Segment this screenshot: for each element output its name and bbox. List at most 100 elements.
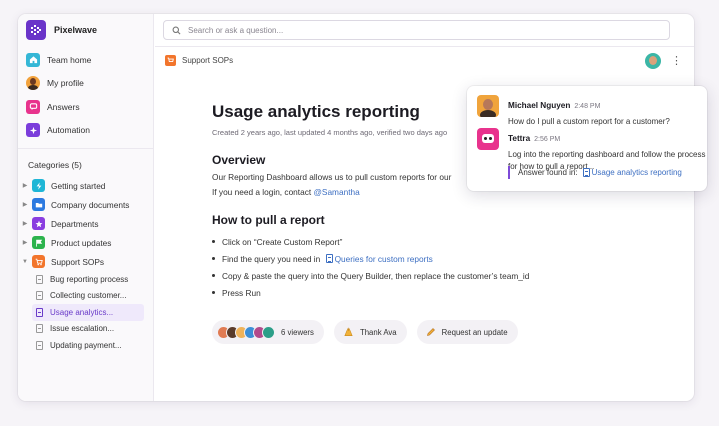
document-icon <box>582 168 590 177</box>
list-item: Press Run <box>212 284 482 301</box>
steps-list: Click on “Create Custom Report” Find the… <box>212 233 529 301</box>
category-list: ▶ Getting started ▶ Company documents ▶ … <box>18 176 154 354</box>
document-footer: 6 viewers Thank Ava Request an update <box>212 320 518 344</box>
avatar <box>262 325 275 339</box>
step-text: Press Run <box>222 287 261 298</box>
request-update-button[interactable]: Request an update <box>416 320 518 344</box>
list-item: Click on “Create Custom Report” <box>212 233 482 250</box>
category-label: Product updates <box>51 237 112 248</box>
home-icon <box>26 52 40 67</box>
answer-link[interactable]: Usage analytics reporting <box>592 168 682 177</box>
category-label: Support SOPs <box>51 256 105 267</box>
header-actions: ⋮ <box>645 53 682 69</box>
chat-icon <box>26 99 40 114</box>
avatar <box>477 95 499 117</box>
sender-name: Tettra <box>508 134 531 143</box>
message-time: 2:56 PM <box>534 136 561 143</box>
sop-label: Bug reporting process <box>50 274 129 284</box>
search-icon <box>172 26 181 34</box>
pixelwave-logo-icon <box>26 20 46 40</box>
bullet-icon <box>212 274 215 277</box>
step-text: Copy & paste the query into the Query Bu… <box>222 270 530 281</box>
avatar <box>26 76 40 91</box>
cart-icon <box>165 55 176 66</box>
brand[interactable]: Pixelwave <box>26 20 97 40</box>
viewer-avatars <box>217 325 275 339</box>
login-label: If you need a login, contact <box>212 187 314 197</box>
categories-title: Categories (5) <box>28 160 82 170</box>
app-window: Pixelwave Team home My profile Answers A… <box>18 14 694 401</box>
category-getting-started[interactable]: ▶ Getting started <box>18 176 154 195</box>
document-icon <box>36 307 43 317</box>
pencil-icon <box>426 328 435 336</box>
sop-collecting-customer[interactable]: Collecting customer... <box>32 288 144 305</box>
star-icon <box>32 217 45 230</box>
caret-down-icon[interactable]: ▼ <box>20 259 30 265</box>
request-label: Request an update <box>441 327 508 337</box>
category-label: Departments <box>51 218 99 229</box>
caret-right-icon[interactable]: ▶ <box>20 182 30 189</box>
category-label: Getting started <box>51 180 106 191</box>
document-icon <box>36 274 43 284</box>
viewers-button[interactable]: 6 viewers <box>212 320 324 344</box>
message-time: 2:48 PM <box>574 103 601 110</box>
category-support-sops[interactable]: ▼ Support SOPs <box>18 252 154 271</box>
bolt-icon <box>32 179 45 192</box>
bullet-icon <box>212 291 215 294</box>
category-product-updates[interactable]: ▶ Product updates <box>18 233 154 252</box>
list-item: Find the query you need in Queries for c… <box>212 250 482 267</box>
nav-team-home[interactable]: Team home <box>26 48 148 72</box>
category-label: Company documents <box>51 199 130 210</box>
thank-label: Thank Ava <box>359 327 397 337</box>
avatar[interactable] <box>645 53 661 69</box>
search-box[interactable] <box>163 20 670 40</box>
queries-link[interactable]: Queries for custom reports <box>335 254 433 264</box>
sop-usage-analytics[interactable]: Usage analytics... <box>32 304 144 321</box>
document-icon <box>36 291 43 301</box>
howto-heading: How to pull a report <box>212 213 325 227</box>
sender-name: Michael Nguyen <box>508 101 571 110</box>
answer-label: Answer found in: <box>518 168 578 177</box>
praise-hands-icon <box>344 327 353 336</box>
page-title: Usage analytics reporting <box>212 102 420 121</box>
bullet-icon <box>212 240 215 243</box>
message-text: How do I pull a custom report for a cust… <box>508 117 670 126</box>
caret-right-icon[interactable]: ▶ <box>20 220 30 227</box>
category-company-documents[interactable]: ▶ Company documents <box>18 195 154 214</box>
chat-message: Michael Nguyen 2:48 PM How do I pull a cu… <box>477 95 708 128</box>
chat-popup: Michael Nguyen 2:48 PM How do I pull a cu… <box>467 86 707 191</box>
more-options-icon[interactable]: ⋮ <box>671 55 682 67</box>
category-departments[interactable]: ▶ Departments <box>18 214 154 233</box>
sop-bug-reporting[interactable]: Bug reporting process <box>32 271 144 288</box>
sop-updating-payment[interactable]: Updating payment... <box>32 337 144 354</box>
nav-my-profile[interactable]: My profile <box>26 72 148 96</box>
sop-label: Updating payment... <box>50 340 122 350</box>
nav-label: Answers <box>47 101 80 112</box>
nav-automation[interactable]: Automation <box>26 119 148 143</box>
document-meta: Created 2 years ago, last updated 4 mont… <box>212 128 448 137</box>
nav-answers[interactable]: Answers <box>26 95 148 119</box>
sop-issue-escalation[interactable]: Issue escalation... <box>32 321 144 338</box>
viewers-label: 6 viewers <box>281 327 314 337</box>
bullet-icon <box>212 257 215 260</box>
breadcrumb[interactable]: Support SOPs <box>165 55 233 66</box>
sparkle-icon <box>26 123 40 138</box>
nav-label: Team home <box>47 54 92 65</box>
folder-icon <box>32 198 45 211</box>
login-text: If you need a login, contact @Samantha <box>212 187 482 197</box>
search-input[interactable] <box>188 25 658 35</box>
overview-text: Our Reporting Dashboard allows us to pul… <box>212 172 452 182</box>
overview-heading: Overview <box>212 153 266 167</box>
caret-right-icon[interactable]: ▶ <box>20 239 30 246</box>
document-body: Usage analytics reporting Created 2 year… <box>212 102 529 301</box>
step-text: Click on “Create Custom Report” <box>222 236 343 247</box>
sop-label: Collecting customer... <box>50 291 127 301</box>
caret-right-icon[interactable]: ▶ <box>20 201 30 208</box>
thank-button[interactable]: Thank Ava <box>333 320 407 344</box>
nav-label: My profile <box>47 78 84 89</box>
sidebar-divider <box>18 148 154 149</box>
samantha-mention-link[interactable]: @Samantha <box>313 187 359 197</box>
tettra-bot-icon <box>477 128 499 150</box>
answer-source: Answer found in: Usage analytics reporti… <box>508 166 682 179</box>
list-item: Copy & paste the query into the Query Bu… <box>212 267 529 284</box>
